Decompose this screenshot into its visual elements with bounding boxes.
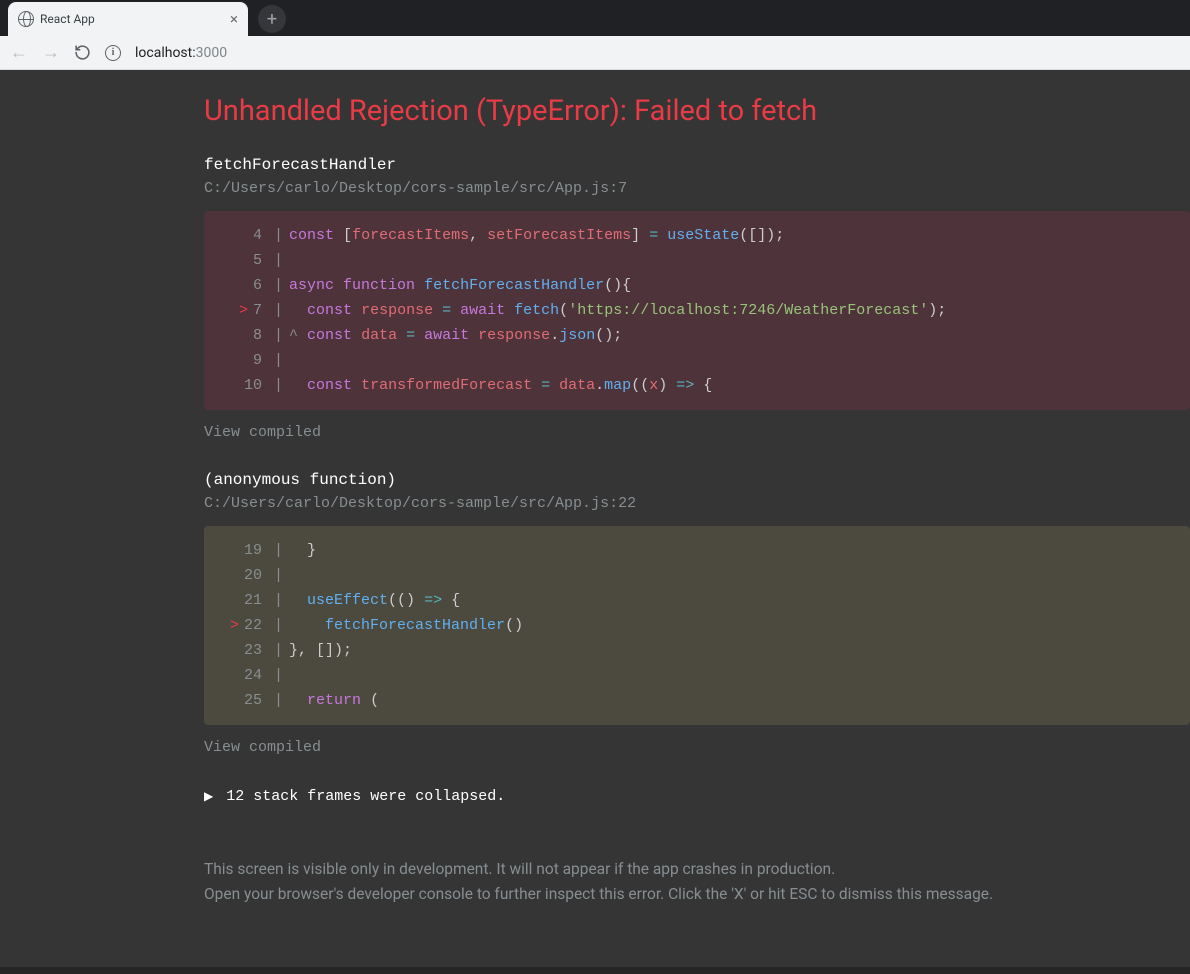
error-footer: This screen is visible only in developme… [204,857,1190,907]
site-info-icon[interactable]: i [105,45,121,61]
tab-title: React App [40,12,224,26]
code-block: 19| }20|21| useEffect(() => {>22| fetchF… [204,526,1190,725]
back-icon[interactable]: ← [10,42,28,63]
footer-line: This screen is visible only in developme… [204,857,1190,882]
footer-line: Open your browser's developer console to… [204,882,1190,907]
error-title: Unhandled Rejection (TypeError): Failed … [204,94,1190,128]
code-line: 23|}, []); [204,638,1190,663]
stack-frame-function: (anonymous function) [204,471,1190,489]
code-block: 4|const [forecastItems, setForecastItems… [204,211,1190,410]
code-line: >7| const response = await fetch('https:… [204,298,1190,323]
reload-icon[interactable] [74,44,91,61]
browser-toolbar: ← → i localhost:3000 [0,36,1190,70]
forward-icon[interactable]: → [42,42,60,63]
stack-frame-path: C:/Users/carlo/Desktop/cors-sample/src/A… [204,180,1190,197]
code-line: 20| [204,563,1190,588]
close-icon[interactable]: × [230,10,238,28]
code-line: 9| [204,348,1190,373]
stack-frame-function: fetchForecastHandler [204,156,1190,174]
url-text[interactable]: localhost:3000 [135,45,227,61]
stack-frame-path: C:/Users/carlo/Desktop/cors-sample/src/A… [204,495,1190,512]
code-line: 8|^ const data = await response.json(); [204,323,1190,348]
code-line: 6|async function fetchForecastHandler(){ [204,273,1190,298]
code-line: 25| return ( [204,688,1190,713]
new-tab-button[interactable]: + [258,5,286,33]
view-compiled-link[interactable]: View compiled [204,424,1190,441]
react-error-overlay: Unhandled Rejection (TypeError): Failed … [0,70,1190,967]
globe-icon [18,11,34,27]
collapsed-frames-text: 12 stack frames were collapsed. [226,788,505,805]
chevron-right-icon: ▶ [204,789,213,804]
code-line: 24| [204,663,1190,688]
code-line: 19| } [204,538,1190,563]
code-line: 4|const [forecastItems, setForecastItems… [204,223,1190,248]
code-line: >22| fetchForecastHandler() [204,613,1190,638]
code-line: 21| useEffect(() => { [204,588,1190,613]
code-line: 10| const transformedForecast = data.map… [204,373,1190,398]
collapsed-frames-toggle[interactable]: ▶ 12 stack frames were collapsed. [204,788,1190,805]
browser-tab[interactable]: React App × [8,2,248,36]
browser-tab-strip: React App × + [0,0,1190,36]
view-compiled-link[interactable]: View compiled [204,739,1190,756]
code-line: 5| [204,248,1190,273]
